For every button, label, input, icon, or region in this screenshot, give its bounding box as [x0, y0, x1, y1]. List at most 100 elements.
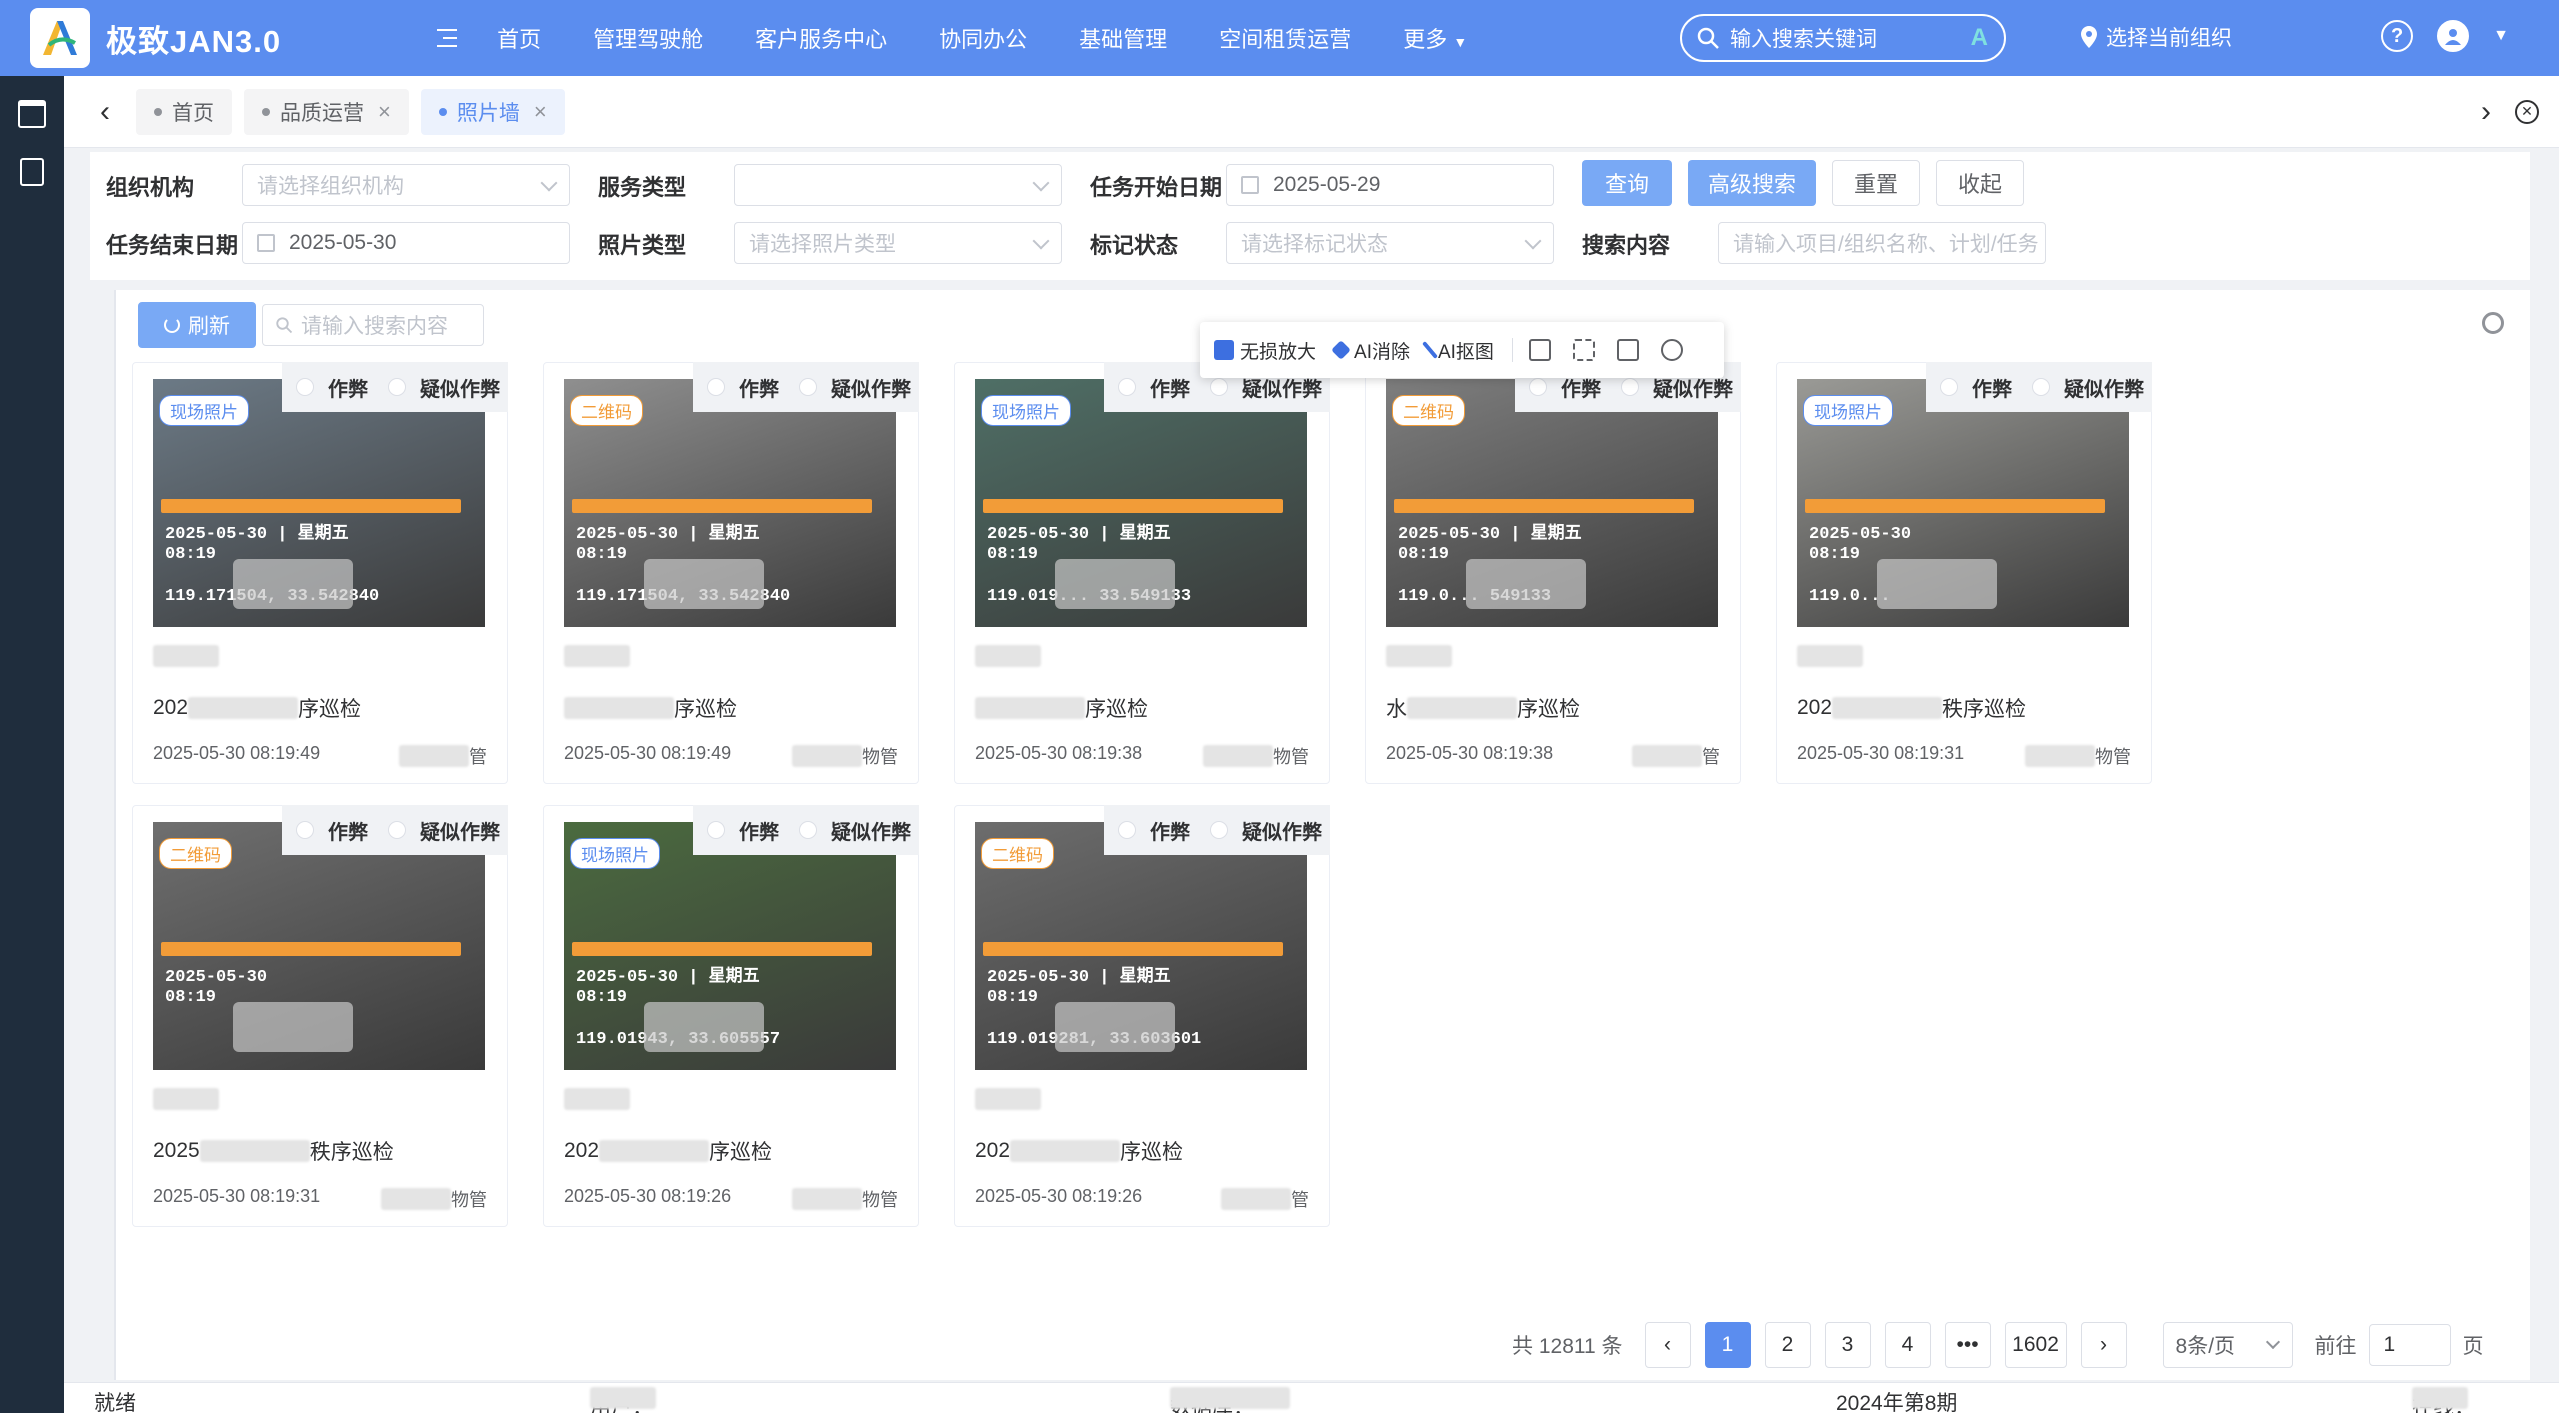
image-edit-icon[interactable]: [1528, 339, 1551, 361]
nav-space-leasing[interactable]: 空间租赁运营: [1219, 22, 1351, 54]
next-page-icon[interactable]: ›: [2080, 1322, 2127, 1368]
service-type-select[interactable]: [734, 164, 1062, 206]
suspect-cheat-radio[interactable]: 疑似作弊: [2032, 373, 2144, 402]
inspection-photo[interactable]: 2025-05-30 | 星期五08:19119.171504, 33.5428…: [153, 379, 485, 627]
lossless-zoom-label: 无损放大: [1240, 341, 1317, 363]
ai-assistant-icon[interactable]: A: [1971, 24, 1988, 52]
refresh-button[interactable]: 刷新: [138, 302, 256, 348]
org-select[interactable]: 请选择组织机构: [242, 164, 570, 206]
document-icon[interactable]: [20, 158, 44, 186]
user-avatar-icon[interactable]: [2437, 20, 2470, 52]
photo-card[interactable]: 2025-05-30 | 星期五08:19119.019... 33.54913…: [954, 362, 1330, 784]
ai-cutout-tool[interactable]: AI抠图: [1422, 337, 1494, 364]
suspect-cheat-radio[interactable]: 疑似作弊: [799, 373, 911, 402]
close-all-tabs-icon[interactable]: ✕: [2515, 99, 2539, 124]
settings-icon[interactable]: [1660, 339, 1683, 361]
more-pages[interactable]: •••: [1944, 1322, 1991, 1368]
radio-circle: [1529, 378, 1547, 396]
redacted-mask: [644, 1002, 764, 1052]
nav-more[interactable]: 更多 ▼: [1403, 22, 1467, 54]
app-logo[interactable]: [30, 8, 90, 68]
suspect-cheat-radio[interactable]: 疑似作弊: [1210, 816, 1322, 845]
start-date-picker[interactable]: 2025-05-29: [1226, 164, 1554, 206]
lossless-zoom-tool[interactable]: 无损放大: [1214, 337, 1316, 364]
owner-suffix: 物管: [2095, 747, 2131, 767]
tab-home[interactable]: 首页: [136, 88, 232, 135]
nav-cockpit[interactable]: 管理驾驶舱: [593, 22, 703, 54]
nav-home[interactable]: 首页: [497, 22, 541, 54]
photo-card[interactable]: 2025-05-30 | 星期五08:19119.019281, 33.6036…: [954, 805, 1330, 1227]
photo-card[interactable]: 2025-05-30 | 星期五08:19119.171504, 33.5428…: [132, 362, 508, 784]
close-icon[interactable]: ×: [534, 99, 547, 125]
caret-down-icon[interactable]: ▼: [2493, 27, 2509, 45]
tab-dot: [154, 107, 162, 116]
page-1[interactable]: 1: [1704, 1322, 1751, 1368]
mark-options: 作弊 疑似作弊: [1926, 362, 2152, 412]
inspection-photo[interactable]: 2025-05-30 | 星期五08:19119.019281, 33.6036…: [975, 822, 1307, 1070]
download-icon[interactable]: [1616, 339, 1639, 361]
nav-customer-service[interactable]: 客户服务中心: [755, 22, 887, 54]
menu-toggle-icon[interactable]: [431, 27, 458, 49]
search-content-input[interactable]: 请输入项目/组织名称、计划/任务: [1718, 222, 2046, 264]
inspection-photo[interactable]: 2025-05-30 08:19 二维码: [153, 822, 485, 1070]
photo-card[interactable]: 2025-05-30 | 星期五08:19119.171504, 33.5428…: [543, 362, 919, 784]
tab-quality-ops[interactable]: 品质运营 ×: [244, 88, 409, 135]
global-search[interactable]: 输入搜索关键词 A: [1680, 14, 2006, 62]
suspect-cheat-radio[interactable]: 疑似作弊: [799, 816, 911, 845]
goto-page-input[interactable]: 1: [2368, 1324, 2451, 1366]
mark-status-select[interactable]: 请选择标记状态: [1226, 222, 1554, 264]
last-page[interactable]: 1602: [2004, 1322, 2067, 1368]
photo-card[interactable]: 2025-05-30 08:19 二维码 作弊 疑似作弊 2025 秩序巡检 2025-05-…: [132, 805, 508, 1227]
task-title: 2025 秩序巡检: [153, 1136, 394, 1166]
cheat-radio[interactable]: 作弊: [1118, 816, 1190, 845]
cheat-radio[interactable]: 作弊: [296, 816, 368, 845]
tab-photo-wall[interactable]: 照片墙 ×: [420, 88, 565, 135]
photo-card[interactable]: 2025-05-30 | 星期五08:19119.0... 549133二维码作…: [1365, 362, 1741, 784]
advanced-search-button[interactable]: 高级搜索: [1688, 160, 1816, 206]
gear-icon[interactable]: [2482, 312, 2504, 334]
inspection-photo[interactable]: 2025-05-30 | 星期五08:19119.01943, 33.60555…: [564, 822, 896, 1070]
inspection-photo[interactable]: 2025-05-30 08:19 119.0... 现场照片: [1797, 379, 2129, 627]
cheat-label: 作弊: [1150, 821, 1190, 844]
photo-card[interactable]: 2025-05-30 08:19 119.0... 现场照片 作弊 疑似作弊 202 秩序巡检…: [1776, 362, 2152, 784]
inspection-photo[interactable]: 2025-05-30 | 星期五08:19119.0... 549133二维码: [1386, 379, 1718, 627]
inspection-photo[interactable]: 2025-05-30 | 星期五08:19119.171504, 33.5428…: [564, 379, 896, 627]
suspect-cheat-radio[interactable]: 疑似作弊: [388, 816, 500, 845]
redacted-mask: [2412, 1387, 2468, 1409]
page-3[interactable]: 3: [1824, 1322, 1871, 1368]
collapse-button[interactable]: 收起: [1936, 160, 2024, 206]
main-nav: 首页 管理驾驶舱 客户服务中心 协同办公 基础管理 空间租赁运营 更多 ▼: [497, 22, 1519, 54]
ai-erase-tool[interactable]: AI消除: [1331, 337, 1410, 364]
redacted-mask: [644, 559, 764, 609]
nav-collaboration[interactable]: 协同办公: [939, 22, 1027, 54]
cheat-radio[interactable]: 作弊: [707, 816, 779, 845]
cheat-radio[interactable]: 作弊: [296, 373, 368, 402]
reset-button[interactable]: 重置: [1832, 160, 1920, 206]
content-search-input[interactable]: 请输入搜索内容: [262, 304, 484, 346]
cheat-radio[interactable]: 作弊: [1118, 373, 1190, 402]
cheat-radio[interactable]: 作弊: [707, 373, 779, 402]
org-selector[interactable]: 选择当前组织: [2080, 22, 2232, 52]
page-size-select[interactable]: 8条/页: [2162, 1322, 2293, 1368]
suspect-label: 疑似作弊: [420, 378, 500, 401]
close-icon[interactable]: ×: [378, 99, 391, 125]
photo-type-select[interactable]: 请选择照片类型: [734, 222, 1062, 264]
photo-time: 2025-05-30 08:19:31: [1797, 743, 1965, 763]
tab-scroll-left-icon[interactable]: ‹: [100, 95, 110, 129]
help-icon[interactable]: ?: [2381, 20, 2414, 52]
prev-page-icon[interactable]: ‹: [1644, 1322, 1691, 1368]
tab-scroll-right-icon[interactable]: ›: [2481, 95, 2491, 129]
search-content-placeholder: 请输入项目/组织名称、计划/任务: [1733, 233, 2039, 256]
end-date-picker[interactable]: 2025-05-30: [242, 222, 570, 264]
inspection-photo[interactable]: 2025-05-30 | 星期五08:19119.019... 33.54913…: [975, 379, 1307, 627]
suspect-cheat-radio[interactable]: 疑似作弊: [388, 373, 500, 402]
nav-basic-management[interactable]: 基础管理: [1079, 22, 1167, 54]
photo-card[interactable]: 2025-05-30 | 星期五08:19119.01943, 33.60555…: [543, 805, 919, 1227]
page-4[interactable]: 4: [1884, 1322, 1931, 1368]
cheat-radio[interactable]: 作弊: [1940, 373, 2012, 402]
calendar-icon[interactable]: [18, 100, 46, 128]
mark-options: 作弊 疑似作弊: [282, 362, 508, 412]
crop-icon[interactable]: [1572, 339, 1595, 361]
query-button[interactable]: 查询: [1582, 160, 1672, 206]
page-2[interactable]: 2: [1764, 1322, 1811, 1368]
